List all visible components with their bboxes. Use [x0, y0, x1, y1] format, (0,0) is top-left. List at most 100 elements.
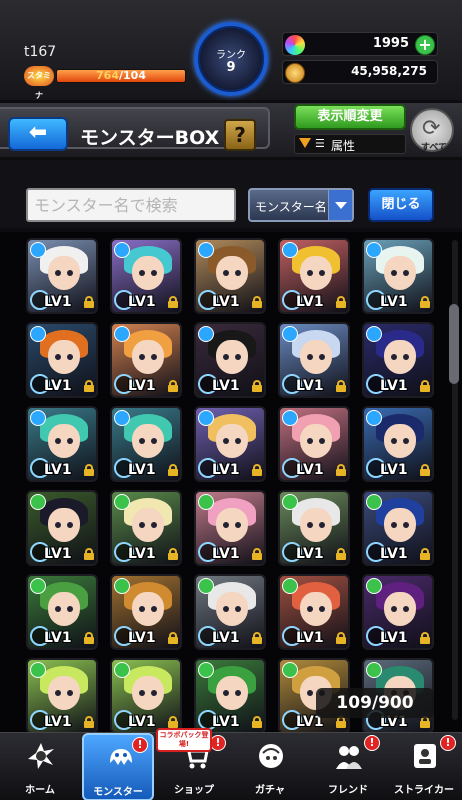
- monster-eye: [307, 690, 313, 696]
- scrollbar-thumb[interactable]: [449, 304, 459, 384]
- monster-level: LV1: [296, 378, 324, 394]
- monster-level: LV1: [212, 630, 240, 646]
- element-icon: [198, 410, 214, 426]
- back-button[interactable]: ⬅: [8, 117, 68, 151]
- nav-shop-alert-icon: !: [210, 735, 226, 751]
- all-toggle-button[interactable]: ⟳ すべて: [410, 108, 454, 153]
- coin-count: 45,958,275: [351, 64, 427, 78]
- monster-cell[interactable]: LV1: [362, 574, 434, 650]
- monster-eye: [67, 690, 73, 696]
- nav-gacha-label: ガチャ: [255, 785, 285, 796]
- monster-level: LV1: [380, 462, 408, 478]
- monster-cell[interactable]: LV1: [362, 238, 434, 314]
- attribute-filter[interactable]: ☰ 属性: [294, 134, 406, 154]
- nav-striker-alert-icon: !: [440, 735, 456, 751]
- monster-cell[interactable]: LV1: [194, 322, 266, 398]
- nav-friend[interactable]: ! フレンド: [312, 733, 384, 800]
- help-button[interactable]: ?: [224, 119, 256, 151]
- element-icon: [30, 242, 46, 258]
- monster-level: LV1: [296, 462, 324, 478]
- sort-order-button[interactable]: 表示順変更: [294, 104, 406, 130]
- monster-eye: [55, 354, 61, 360]
- monster-eye: [307, 354, 313, 360]
- element-icon: [114, 494, 130, 510]
- monster-eye: [403, 270, 409, 276]
- search-type-select[interactable]: モンスター名: [248, 188, 354, 222]
- monster-cell[interactable]: LV1: [194, 238, 266, 314]
- monster-cell[interactable]: LV1: [278, 238, 350, 314]
- monster-cell[interactable]: LV1: [278, 574, 350, 650]
- element-icon: [366, 662, 382, 678]
- lock-icon: [168, 464, 178, 476]
- monster-cell[interactable]: LV1: [278, 490, 350, 566]
- close-search-button[interactable]: 閉じる: [368, 188, 434, 222]
- rank-badge[interactable]: ランク 9: [194, 22, 268, 96]
- nav-home[interactable]: ホーム: [4, 733, 76, 800]
- monster-face: [300, 340, 332, 374]
- striker-card-icon: [414, 744, 436, 768]
- monster-eye: [139, 606, 145, 612]
- monster-eye: [235, 354, 241, 360]
- stamina-current: 764: [96, 69, 119, 82]
- nav-monster[interactable]: ! モンスター: [82, 733, 154, 800]
- monster-eye: [67, 354, 73, 360]
- monster-cell[interactable]: LV1: [362, 490, 434, 566]
- monster-cell[interactable]: LV1: [194, 574, 266, 650]
- lock-icon: [336, 464, 346, 476]
- monster-cell[interactable]: LV1: [110, 658, 182, 732]
- monster-cell[interactable]: LV1: [26, 406, 98, 482]
- monster-eye: [139, 270, 145, 276]
- monster-cell[interactable]: LV1: [194, 406, 266, 482]
- monster-face: [132, 340, 164, 374]
- monster-cell[interactable]: LV1: [26, 238, 98, 314]
- monster-cell[interactable]: LV1: [110, 238, 182, 314]
- monster-eye: [151, 354, 157, 360]
- monster-face: [132, 676, 164, 710]
- monster-eye: [403, 438, 409, 444]
- monster-face: [132, 424, 164, 458]
- orb-add-button[interactable]: +: [415, 35, 435, 55]
- nav-striker[interactable]: ! ストライカー: [388, 733, 460, 800]
- monster-cell[interactable]: LV1: [110, 574, 182, 650]
- lock-icon: [252, 716, 262, 728]
- monster-eye: [151, 438, 157, 444]
- box-count: 109/900: [316, 688, 434, 718]
- monster-cell[interactable]: LV1: [194, 658, 266, 732]
- monster-face: [300, 592, 332, 626]
- monster-eye: [307, 438, 313, 444]
- monster-eye: [55, 690, 61, 696]
- monster-level: LV1: [44, 378, 72, 394]
- monster-eye: [391, 438, 397, 444]
- element-icon: [282, 326, 298, 342]
- lock-icon: [420, 464, 430, 476]
- monster-cell[interactable]: LV1: [110, 406, 182, 482]
- monster-cell[interactable]: LV1: [278, 322, 350, 398]
- monster-face: [384, 340, 416, 374]
- monster-cell[interactable]: LV1: [26, 658, 98, 732]
- element-icon: [198, 662, 214, 678]
- monster-cell[interactable]: LV1: [278, 406, 350, 482]
- monster-eye: [319, 354, 325, 360]
- monster-eye: [307, 606, 313, 612]
- monster-cell[interactable]: LV1: [194, 490, 266, 566]
- monster-level: LV1: [44, 630, 72, 646]
- collab-pack-badge: コラボパック登場!: [156, 728, 212, 752]
- search-input[interactable]: [26, 188, 236, 222]
- monster-eye: [235, 270, 241, 276]
- monster-cell[interactable]: LV1: [110, 490, 182, 566]
- monster-cell[interactable]: LV1: [362, 322, 434, 398]
- nav-gacha[interactable]: ガチャ: [234, 733, 306, 800]
- lock-icon: [84, 464, 94, 476]
- monster-cell[interactable]: LV1: [26, 322, 98, 398]
- element-icon: [366, 410, 382, 426]
- monster-cell[interactable]: LV1: [26, 490, 98, 566]
- monster-cell[interactable]: LV1: [110, 322, 182, 398]
- monster-level: LV1: [128, 462, 156, 478]
- monster-cell[interactable]: LV1: [26, 574, 98, 650]
- lock-icon: [168, 632, 178, 644]
- monster-eye: [403, 606, 409, 612]
- monster-cell[interactable]: LV1: [362, 406, 434, 482]
- stamina-text: 764/104: [56, 69, 186, 83]
- monster-level: LV1: [212, 462, 240, 478]
- monster-eye: [223, 354, 229, 360]
